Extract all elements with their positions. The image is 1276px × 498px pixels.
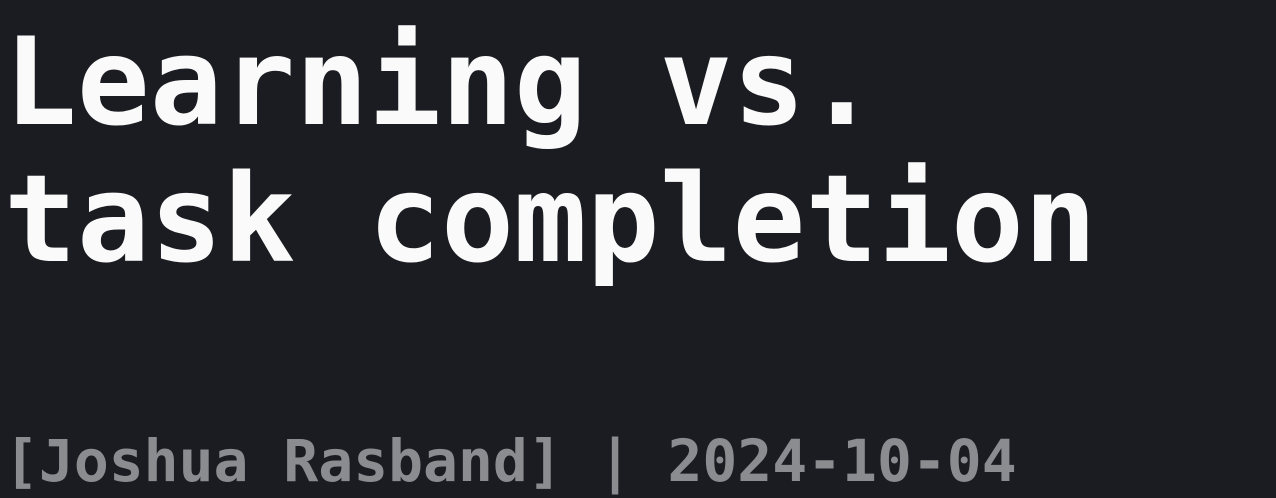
page-title: Learning vs. task completion: [4, 14, 1097, 288]
author-date-byline: [Joshua Rasband] | 2024-10-04: [4, 427, 1017, 495]
page-canvas: Learning vs. task completion [Joshua Ras…: [0, 0, 1276, 498]
title-line-2: task completion: [4, 149, 1097, 290]
title-line-1: Learning vs.: [4, 12, 879, 153]
